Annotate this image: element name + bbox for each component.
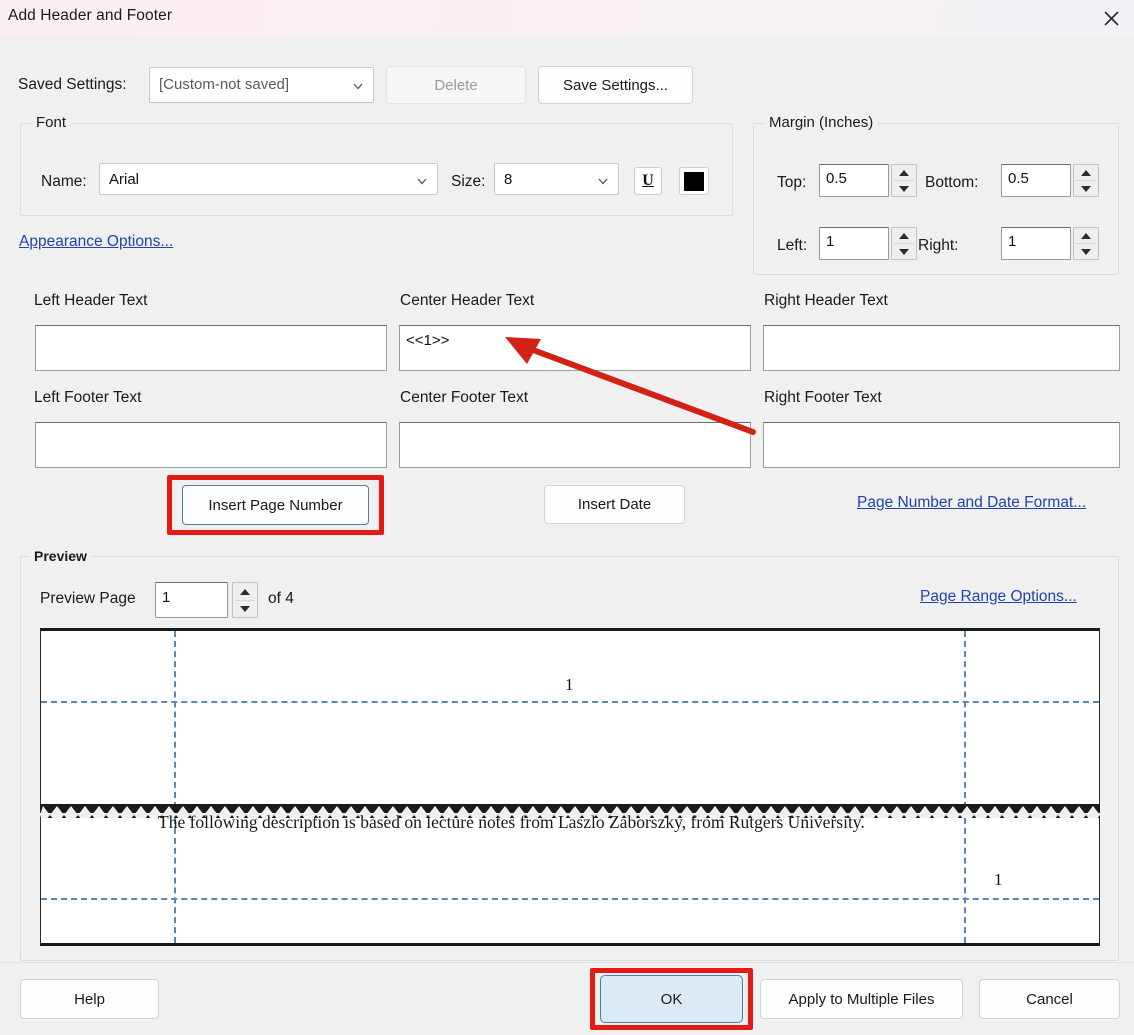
font-group-legend: Font: [31, 114, 72, 131]
margin-right-value: 1: [1008, 233, 1017, 250]
margin-left-label: Left:: [777, 237, 808, 254]
margin-guide-right: [964, 818, 966, 943]
saved-settings-label: Saved Settings:: [18, 76, 127, 93]
page-range-options-link[interactable]: Page Range Options...: [920, 588, 1077, 606]
preview-page-value: 1: [162, 589, 171, 606]
stepper-up-icon[interactable]: [233, 583, 257, 600]
center-header-value: <<1>>: [406, 332, 450, 349]
stepper-up-icon[interactable]: [1074, 228, 1098, 243]
font-size-label: Size:: [451, 173, 486, 190]
font-size-dropdown[interactable]: 8: [494, 163, 619, 195]
help-button[interactable]: Help: [20, 979, 159, 1019]
delete-button[interactable]: Delete: [386, 66, 526, 104]
highlight-box-insert-page-number: [167, 475, 384, 535]
right-footer-input[interactable]: [763, 422, 1120, 468]
center-footer-input[interactable]: [399, 422, 751, 468]
margin-bottom-input[interactable]: 0.5: [1001, 164, 1071, 197]
preview-header-page-number: 1: [565, 675, 574, 694]
preview-page-label: Preview Page: [40, 590, 136, 607]
saved-settings-value: [Custom-not saved]: [159, 76, 290, 93]
margin-left-input[interactable]: 1: [819, 227, 889, 260]
cancel-button[interactable]: Cancel: [979, 979, 1120, 1019]
font-name-dropdown[interactable]: Arial: [99, 163, 438, 195]
preview-footer-page-number: 1: [994, 870, 1003, 889]
font-size-value: 8: [504, 171, 513, 188]
preview-page-stepper[interactable]: [232, 582, 258, 618]
chevron-down-icon: [353, 83, 363, 90]
title-bar: Add Header and Footer: [0, 0, 1134, 36]
margin-left-stepper[interactable]: [891, 227, 917, 260]
margin-top-input[interactable]: 0.5: [819, 164, 889, 197]
margin-guide-top: [41, 701, 1099, 703]
stepper-down-icon[interactable]: [892, 244, 916, 259]
stepper-up-icon[interactable]: [1074, 165, 1098, 180]
close-icon: [1103, 10, 1119, 26]
preview-page-input[interactable]: 1: [155, 582, 228, 618]
margin-bottom-label: Bottom:: [925, 174, 979, 191]
center-header-label: Center Header Text: [400, 292, 535, 309]
margin-top-stepper[interactable]: [891, 164, 917, 197]
insert-date-button[interactable]: Insert Date: [544, 485, 685, 524]
center-header-input[interactable]: <<1>>: [399, 325, 751, 371]
chevron-down-icon: [598, 178, 608, 185]
font-color-button[interactable]: [679, 167, 709, 195]
margin-bottom-value: 0.5: [1008, 170, 1029, 187]
underline-button[interactable]: U: [634, 167, 662, 195]
stepper-down-icon[interactable]: [1074, 244, 1098, 259]
margin-guide-right: [964, 631, 966, 808]
margin-guide-left: [174, 818, 176, 943]
footer-divider: [0, 962, 1134, 963]
preview-page-bottom: The following description is based on le…: [40, 812, 1100, 946]
appearance-options-link[interactable]: Appearance Options...: [19, 233, 173, 251]
page-number-date-format-link[interactable]: Page Number and Date Format...: [857, 494, 1086, 512]
left-footer-label: Left Footer Text: [34, 389, 142, 406]
left-footer-input[interactable]: [35, 422, 387, 468]
margin-bottom-stepper[interactable]: [1073, 164, 1099, 197]
margin-top-value: 0.5: [826, 170, 847, 187]
stepper-down-icon[interactable]: [1074, 181, 1098, 196]
preview-page-top: 1: [40, 628, 1100, 808]
saved-settings-dropdown[interactable]: [Custom-not saved]: [149, 67, 374, 103]
color-swatch-icon: [684, 171, 704, 191]
center-footer-label: Center Footer Text: [400, 389, 529, 406]
right-footer-label: Right Footer Text: [764, 389, 882, 406]
font-name-label: Name:: [41, 173, 87, 190]
font-name-value: Arial: [109, 171, 140, 188]
stepper-up-icon[interactable]: [892, 228, 916, 243]
close-button[interactable]: [1088, 0, 1134, 36]
chevron-down-icon: [417, 178, 427, 185]
margin-guide-bottom: [41, 898, 1099, 900]
window-title: Add Header and Footer: [8, 7, 173, 24]
right-header-input[interactable]: [763, 325, 1120, 371]
margin-right-stepper[interactable]: [1073, 227, 1099, 260]
left-header-label: Left Header Text: [34, 292, 148, 309]
left-header-input[interactable]: [35, 325, 387, 371]
preview-page-total: of 4: [268, 590, 294, 607]
stepper-down-icon[interactable]: [233, 600, 257, 617]
margin-top-label: Top:: [777, 174, 807, 191]
margin-group-legend: Margin (Inches): [764, 114, 879, 131]
save-settings-button[interactable]: Save Settings...: [538, 66, 693, 104]
margin-left-value: 1: [826, 233, 835, 250]
margin-guide-left: [174, 631, 176, 808]
stepper-up-icon[interactable]: [892, 165, 916, 180]
highlight-box-ok: [590, 968, 753, 1030]
preview-group-legend: Preview: [29, 548, 92, 564]
margin-right-label: Right:: [918, 237, 959, 254]
right-header-label: Right Header Text: [764, 292, 888, 309]
stepper-down-icon[interactable]: [892, 181, 916, 196]
apply-to-multiple-files-button[interactable]: Apply to Multiple Files: [760, 979, 963, 1019]
preview-document-text: The following description is based on le…: [158, 812, 865, 832]
margin-right-input[interactable]: 1: [1001, 227, 1071, 260]
